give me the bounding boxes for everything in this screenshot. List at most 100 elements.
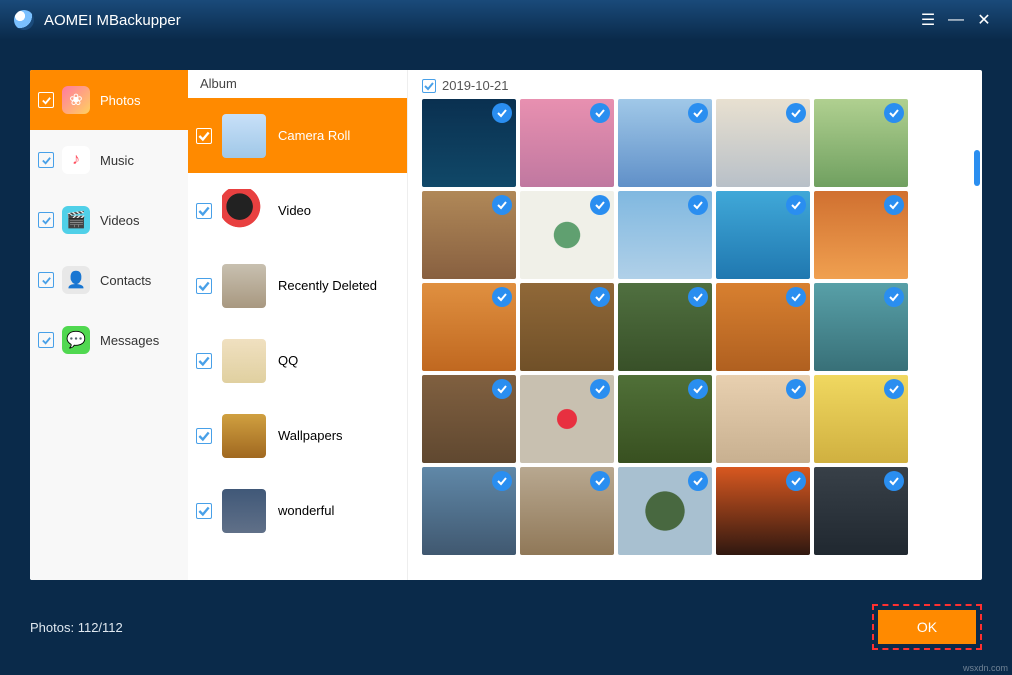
album-label: QQ [278, 353, 298, 368]
checkbox-icon[interactable] [196, 353, 212, 369]
album-label: Video [278, 203, 311, 218]
album-item[interactable]: Recently Deleted [188, 248, 407, 323]
gallery: 2019-10-21 [408, 70, 982, 580]
photo-thumb[interactable] [716, 467, 810, 555]
selected-check-icon[interactable] [884, 379, 904, 399]
photo-thumb[interactable] [716, 191, 810, 279]
checkbox-icon[interactable] [196, 278, 212, 294]
app-title: AOMEI MBackupper [44, 12, 914, 29]
selected-check-icon[interactable] [786, 471, 806, 491]
selected-check-icon[interactable] [492, 103, 512, 123]
photo-thumb[interactable] [618, 99, 712, 187]
album-thumb [222, 414, 266, 458]
album-header: Album [188, 70, 407, 98]
selected-check-icon[interactable] [884, 287, 904, 307]
photo-thumb[interactable] [520, 99, 614, 187]
checkbox-icon[interactable] [38, 272, 54, 288]
photo-thumb[interactable] [814, 375, 908, 463]
category-icon: ❀ [62, 86, 90, 114]
selected-check-icon[interactable] [786, 103, 806, 123]
sidebar-item-messages[interactable]: 💬Messages [30, 310, 188, 370]
checkbox-icon[interactable] [196, 503, 212, 519]
minimize-icon[interactable]: — [942, 6, 970, 34]
selected-check-icon[interactable] [590, 195, 610, 215]
photo-thumb[interactable] [814, 283, 908, 371]
checkbox-icon[interactable] [196, 128, 212, 144]
titlebar: AOMEI MBackupper ☰ — ✕ [0, 0, 1012, 40]
selected-check-icon[interactable] [884, 195, 904, 215]
photo-thumb[interactable] [618, 283, 712, 371]
selected-check-icon[interactable] [492, 471, 512, 491]
photo-thumb[interactable] [422, 375, 516, 463]
sidebar-item-contacts[interactable]: 👤Contacts [30, 250, 188, 310]
selected-check-icon[interactable] [492, 379, 512, 399]
selected-check-icon[interactable] [786, 287, 806, 307]
sidebar-item-music[interactable]: ♪Music [30, 130, 188, 190]
photo-thumb[interactable] [422, 99, 516, 187]
checkbox-icon[interactable] [38, 212, 54, 228]
photo-thumb[interactable] [814, 99, 908, 187]
photo-thumb[interactable] [520, 467, 614, 555]
album-thumb [222, 189, 266, 233]
selected-check-icon[interactable] [492, 195, 512, 215]
list-view-icon[interactable]: ☰ [914, 6, 942, 34]
album-thumb [222, 264, 266, 308]
date-header[interactable]: 2019-10-21 [422, 78, 968, 93]
selected-check-icon[interactable] [590, 103, 610, 123]
photo-thumb[interactable] [814, 467, 908, 555]
photo-thumb[interactable] [520, 375, 614, 463]
selected-check-icon[interactable] [786, 195, 806, 215]
sidebar-item-photos[interactable]: ❀Photos [30, 70, 188, 130]
selected-check-icon[interactable] [492, 287, 512, 307]
sidebar: ❀Photos♪Music🎬Videos👤Contacts💬Messages [30, 70, 188, 580]
scrollbar-thumb[interactable] [974, 150, 980, 186]
album-item[interactable]: wonderful [188, 473, 407, 548]
date-checkbox[interactable] [422, 79, 436, 93]
album-item[interactable]: Camera Roll [188, 98, 407, 173]
footer: Photos: 112/112 OK [0, 590, 1012, 650]
date-label: 2019-10-21 [442, 78, 509, 93]
photo-thumb[interactable] [716, 375, 810, 463]
category-icon: 💬 [62, 326, 90, 354]
photo-thumb[interactable] [422, 191, 516, 279]
album-column: Album Camera Roll Video Recently Deleted QQ… [188, 70, 408, 580]
selected-check-icon[interactable] [688, 103, 708, 123]
album-label: wonderful [278, 503, 334, 518]
photo-thumb[interactable] [716, 99, 810, 187]
checkbox-icon[interactable] [196, 428, 212, 444]
selected-check-icon[interactable] [688, 287, 708, 307]
photo-thumb[interactable] [618, 467, 712, 555]
photo-thumb[interactable] [422, 467, 516, 555]
album-item[interactable]: Wallpapers [188, 398, 407, 473]
sidebar-label: Videos [100, 213, 140, 228]
selected-check-icon[interactable] [786, 379, 806, 399]
selected-check-icon[interactable] [688, 471, 708, 491]
checkbox-icon[interactable] [196, 203, 212, 219]
photo-thumb[interactable] [520, 283, 614, 371]
album-thumb [222, 339, 266, 383]
ok-button[interactable]: OK [878, 610, 976, 644]
checkbox-icon[interactable] [38, 332, 54, 348]
album-thumb [222, 489, 266, 533]
selected-check-icon[interactable] [688, 195, 708, 215]
ok-highlight: OK [872, 604, 982, 650]
selected-check-icon[interactable] [884, 471, 904, 491]
close-icon[interactable]: ✕ [970, 6, 998, 34]
selected-check-icon[interactable] [590, 287, 610, 307]
photo-thumb[interactable] [814, 191, 908, 279]
category-icon: ♪ [62, 146, 90, 174]
photo-thumb[interactable] [618, 375, 712, 463]
selected-check-icon[interactable] [688, 379, 708, 399]
photo-thumb[interactable] [520, 191, 614, 279]
album-item[interactable]: QQ [188, 323, 407, 398]
sidebar-item-videos[interactable]: 🎬Videos [30, 190, 188, 250]
checkbox-icon[interactable] [38, 92, 54, 108]
photo-thumb[interactable] [716, 283, 810, 371]
album-item[interactable]: Video [188, 173, 407, 248]
checkbox-icon[interactable] [38, 152, 54, 168]
photo-thumb[interactable] [618, 191, 712, 279]
photo-thumb[interactable] [422, 283, 516, 371]
selected-check-icon[interactable] [590, 471, 610, 491]
selected-check-icon[interactable] [590, 379, 610, 399]
selected-check-icon[interactable] [884, 103, 904, 123]
